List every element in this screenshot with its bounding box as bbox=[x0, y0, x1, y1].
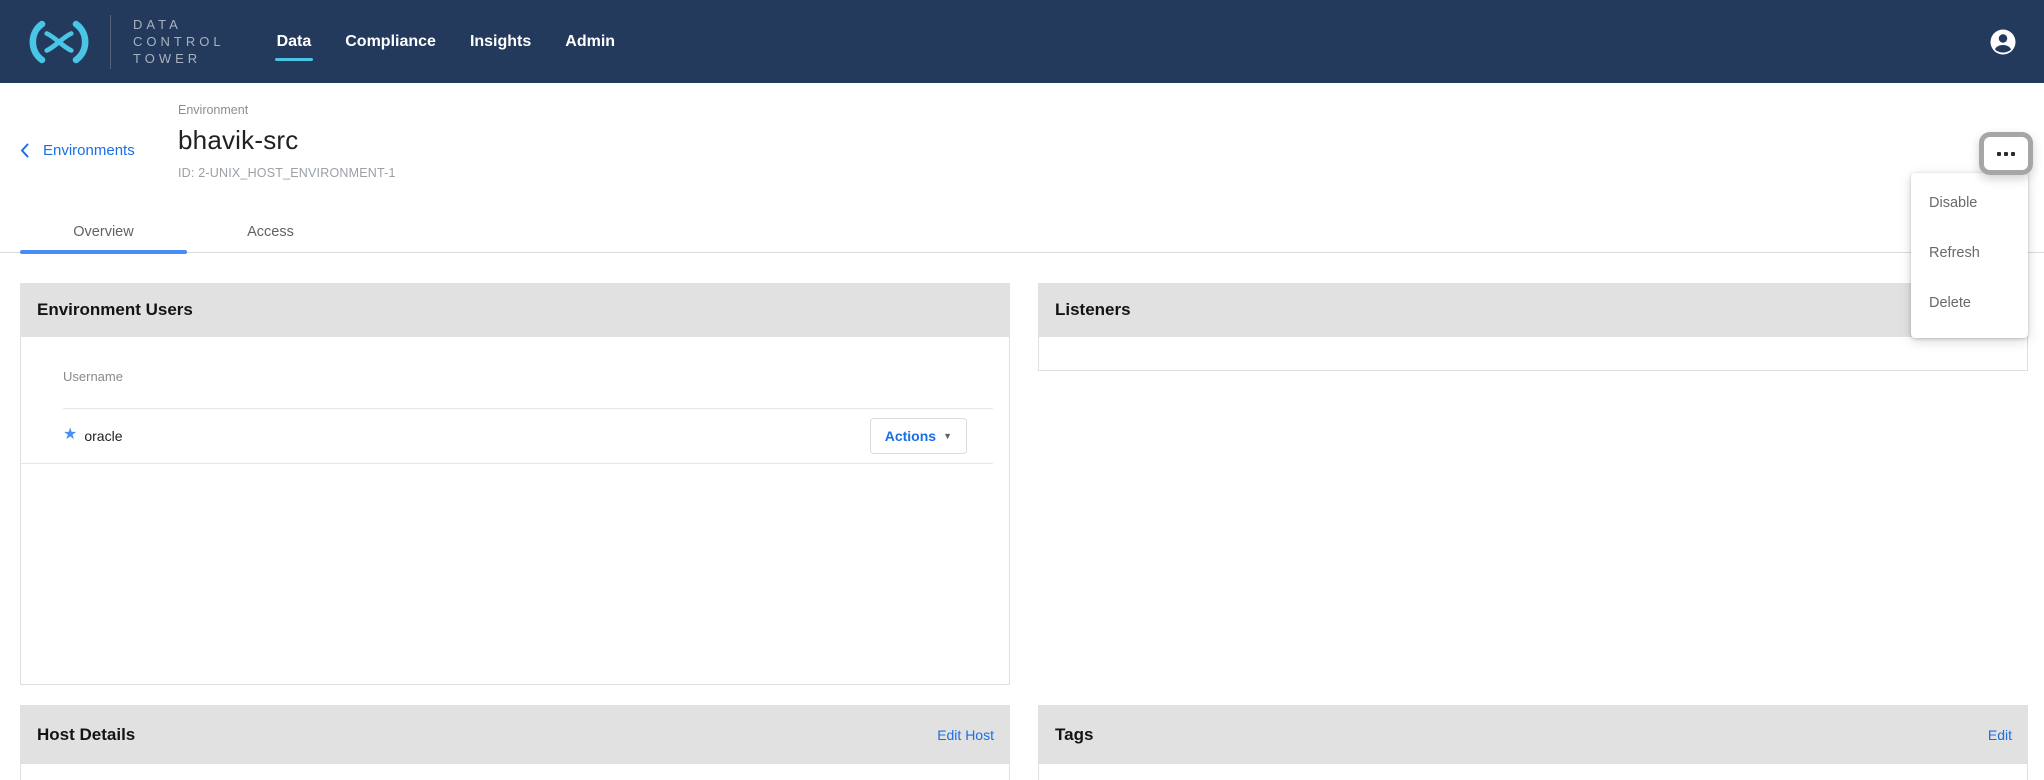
nav-item-data[interactable]: Data bbox=[275, 27, 314, 57]
nav-item-compliance[interactable]: Compliance bbox=[343, 27, 438, 57]
more-actions-menu: Disable Refresh Delete bbox=[1911, 173, 2028, 338]
environment-users-card: Environment Users Username ★ oracle Acti… bbox=[20, 283, 1010, 685]
edit-tags-link[interactable]: Edit bbox=[1988, 727, 2012, 743]
actions-button-label: Actions bbox=[885, 428, 936, 444]
wordmark-line: TOWER bbox=[133, 50, 225, 67]
tab-access[interactable]: Access bbox=[187, 213, 354, 252]
breadcrumb-back-link[interactable]: Environments bbox=[20, 142, 135, 159]
user-cell: ★ oracle bbox=[63, 428, 122, 444]
card-title: Tags bbox=[1055, 725, 1093, 745]
brand-logo: DATA CONTROL TOWER bbox=[26, 15, 225, 69]
nav-item-insights[interactable]: Insights bbox=[468, 27, 533, 57]
primary-nav: Data Compliance Insights Admin bbox=[275, 27, 618, 57]
top-navbar: DATA CONTROL TOWER Data Compliance Insig… bbox=[0, 0, 2044, 83]
tab-bar: Overview Access bbox=[0, 213, 2044, 253]
account-circle-icon[interactable] bbox=[1988, 27, 2018, 57]
nav-item-admin[interactable]: Admin bbox=[563, 27, 617, 57]
brand-wordmark: DATA CONTROL TOWER bbox=[133, 16, 225, 67]
tags-card: Tags Edit bbox=[1038, 705, 2028, 780]
card-title: Host Details bbox=[37, 725, 135, 745]
back-link-label: Environments bbox=[43, 142, 135, 159]
card-title: Environment Users bbox=[37, 300, 193, 320]
wordmark-line: DATA bbox=[133, 16, 225, 33]
row-actions-button[interactable]: Actions ▼ bbox=[870, 418, 967, 454]
delphix-logo-icon bbox=[26, 17, 92, 67]
caret-down-icon: ▼ bbox=[943, 432, 952, 441]
listeners-header: Listeners bbox=[1038, 283, 2028, 337]
tags-header: Tags Edit bbox=[1038, 705, 2028, 764]
app-screen: DATA CONTROL TOWER Data Compliance Insig… bbox=[0, 0, 2044, 780]
entity-type-label: Environment bbox=[178, 103, 396, 117]
edit-host-link[interactable]: Edit Host bbox=[937, 727, 994, 743]
more-actions-button[interactable] bbox=[1984, 137, 2028, 170]
menu-item-delete[interactable]: Delete bbox=[1911, 278, 2028, 328]
ellipsis-icon bbox=[2004, 152, 2008, 156]
brand-divider bbox=[110, 15, 111, 69]
table-row: ★ oracle Actions ▼ bbox=[21, 409, 993, 464]
username-column-header: Username bbox=[63, 369, 993, 409]
navbar-right bbox=[1988, 27, 2018, 57]
tab-overview[interactable]: Overview bbox=[20, 213, 187, 252]
wordmark-line: CONTROL bbox=[133, 33, 225, 50]
username-value: oracle bbox=[84, 428, 122, 444]
ellipsis-icon bbox=[2011, 152, 2015, 156]
page-title: bhavik-src bbox=[178, 125, 396, 156]
entity-id: ID: 2-UNIX_HOST_ENVIRONMENT-1 bbox=[178, 166, 396, 180]
card-title: Listeners bbox=[1055, 300, 1131, 320]
page-header: Environment bhavik-src ID: 2-UNIX_HOST_E… bbox=[178, 103, 396, 180]
star-icon: ★ bbox=[63, 427, 77, 443]
chevron-left-icon bbox=[20, 143, 29, 158]
environment-users-header: Environment Users bbox=[20, 283, 1010, 337]
menu-item-disable[interactable]: Disable bbox=[1911, 178, 2028, 228]
ellipsis-icon bbox=[1997, 152, 2001, 156]
host-details-header: Host Details Edit Host bbox=[20, 705, 1010, 764]
host-details-card: Host Details Edit Host bbox=[20, 705, 1010, 780]
menu-item-refresh[interactable]: Refresh bbox=[1911, 228, 2028, 278]
listeners-card: Listeners bbox=[1038, 283, 2028, 371]
